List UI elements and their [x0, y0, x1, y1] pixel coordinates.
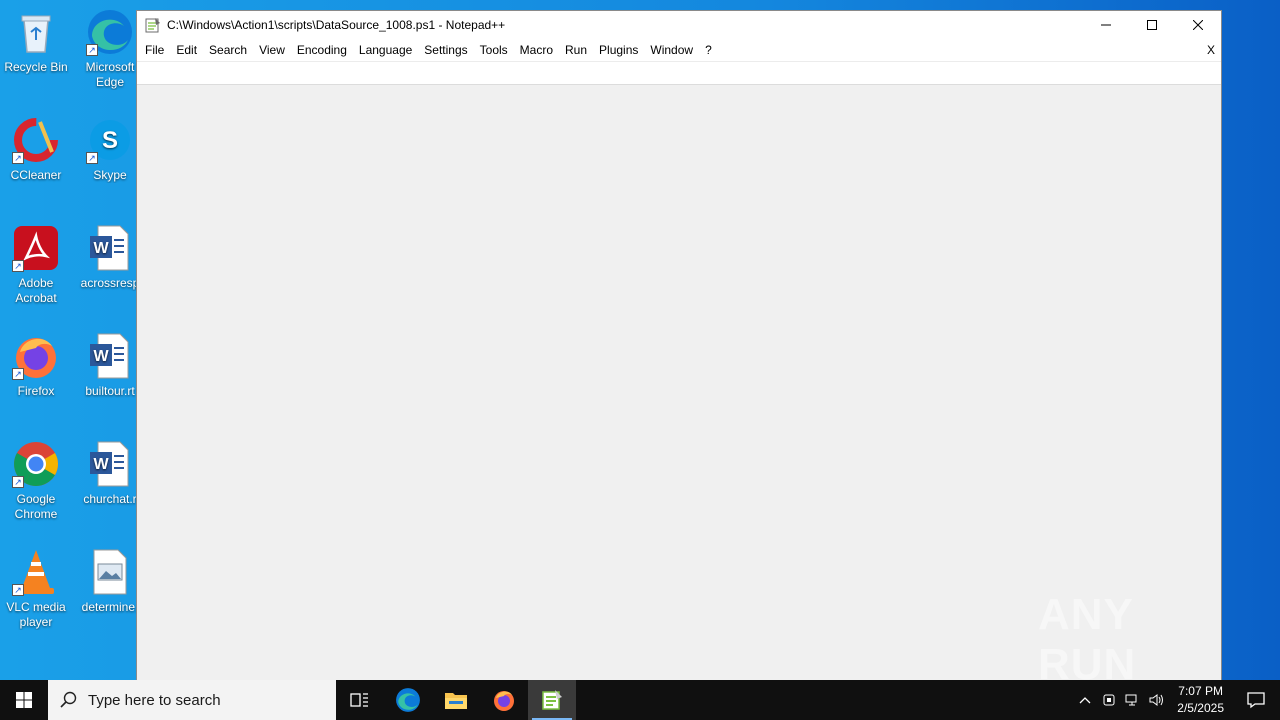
shortcut-arrow-icon: ↗: [12, 368, 24, 380]
tray-app-button[interactable]: [1097, 680, 1121, 720]
taskbar-search-box[interactable]: Type here to search: [48, 680, 336, 720]
task-view-button[interactable]: [336, 680, 384, 720]
search-placeholder: Type here to search: [88, 691, 221, 709]
edge-icon: [396, 688, 420, 712]
taskbar-notepad-plus-plus[interactable]: [528, 680, 576, 720]
menu-macro[interactable]: Macro: [514, 39, 559, 61]
recycle-bin-icon: [12, 8, 60, 56]
menu-edit[interactable]: Edit: [170, 39, 203, 61]
svg-text:W: W: [93, 456, 109, 473]
network-icon: [1125, 694, 1137, 706]
minimize-button[interactable]: [1083, 11, 1129, 39]
notifications-button[interactable]: [1232, 680, 1280, 720]
menu-tools[interactable]: Tools: [474, 39, 514, 61]
notepad-app-icon: [145, 17, 161, 33]
image-file-icon: [86, 548, 134, 596]
desktop-icon-firefox[interactable]: ↗ Firefox: [0, 332, 72, 399]
menu-search[interactable]: Search: [203, 39, 253, 61]
show-hidden-icons-button[interactable]: [1073, 680, 1097, 720]
menu-window[interactable]: Window: [644, 39, 699, 61]
minimize-icon: [1101, 24, 1111, 26]
skype-icon: S ↗: [86, 116, 134, 164]
menu-help[interactable]: ?: [699, 39, 718, 61]
tray-app-icon: [1103, 694, 1115, 706]
icon-label: CCleaner: [10, 168, 62, 182]
volume-icon: [1149, 694, 1164, 706]
menu-encoding[interactable]: Encoding: [291, 39, 353, 61]
icon-label: Google Chrome: [14, 492, 58, 521]
shortcut-arrow-icon: ↗: [12, 584, 24, 596]
search-icon: [60, 691, 77, 708]
desktop-icon-vlc[interactable]: ↗ VLC media player: [0, 548, 72, 630]
notepad-plus-plus-window: C:\Windows\Action1\scripts\DataSource_10…: [136, 10, 1222, 680]
word-document-icon: W: [86, 224, 134, 272]
icon-label: VLC media player: [6, 600, 66, 629]
taskbar: Type here to search 7:07 PM 2/5/2025: [0, 680, 1280, 720]
desktop-icon-recycle-bin[interactable]: Recycle Bin: [0, 8, 72, 75]
close-button[interactable]: [1175, 11, 1221, 39]
icon-label: Recycle Bin: [4, 60, 68, 74]
window-title: C:\Windows\Action1\scripts\DataSource_10…: [167, 18, 506, 32]
icon-label: Adobe Acrobat: [15, 276, 57, 305]
network-button[interactable]: [1121, 680, 1145, 720]
taskbar-edge[interactable]: [384, 680, 432, 720]
shortcut-arrow-icon: ↗: [12, 260, 24, 272]
system-tray: 7:07 PM 2/5/2025: [1073, 680, 1280, 720]
notification-icon: [1247, 692, 1265, 709]
task-view-icon: [350, 693, 368, 707]
menu-language[interactable]: Language: [353, 39, 418, 61]
title-bar[interactable]: C:\Windows\Action1\scripts\DataSource_10…: [137, 11, 1221, 39]
adobe-acrobat-icon: ↗: [12, 224, 60, 272]
ccleaner-icon: ↗: [12, 116, 60, 164]
volume-button[interactable]: [1145, 680, 1169, 720]
menu-settings[interactable]: Settings: [418, 39, 473, 61]
close-icon: [1193, 20, 1203, 30]
clock-time: 7:07 PM: [1178, 684, 1223, 698]
taskbar-file-explorer[interactable]: [432, 680, 480, 720]
windows-logo-icon: [16, 692, 32, 708]
shortcut-arrow-icon: ↗: [86, 44, 98, 56]
shortcut-arrow-icon: ↗: [12, 476, 24, 488]
vlc-icon: ↗: [12, 548, 60, 596]
toolbar: [137, 61, 1221, 85]
taskbar-firefox[interactable]: [480, 680, 528, 720]
clock-date: 2/5/2025: [1177, 701, 1224, 715]
word-document-icon: W: [86, 440, 134, 488]
desktop-icon-ccleaner[interactable]: ↗ CCleaner: [0, 116, 72, 183]
maximize-button[interactable]: [1129, 11, 1175, 39]
menu-run[interactable]: Run: [559, 39, 593, 61]
notepad-plus-plus-icon: [542, 690, 562, 710]
svg-text:S: S: [102, 127, 118, 154]
shortcut-arrow-icon: ↗: [86, 152, 98, 164]
watermark-text: ANY RUN: [1038, 590, 1137, 689]
chrome-icon: ↗: [12, 440, 60, 488]
maximize-icon: [1147, 20, 1157, 30]
anyrun-watermark: ANY RUN: [1038, 590, 1238, 689]
chevron-up-icon: [1079, 697, 1091, 704]
firefox-icon: ↗: [12, 332, 60, 380]
menu-view[interactable]: View: [253, 39, 291, 61]
folder-icon: [445, 693, 467, 709]
firefox-icon: [494, 691, 514, 711]
icon-label: Firefox: [17, 384, 55, 398]
svg-text:W: W: [93, 348, 109, 365]
start-button[interactable]: [0, 680, 48, 720]
menu-plugins[interactable]: Plugins: [593, 39, 644, 61]
svg-text:W: W: [93, 240, 109, 257]
menu-file[interactable]: File: [139, 39, 170, 61]
clock[interactable]: 7:07 PM 2/5/2025: [1169, 683, 1232, 717]
edge-icon: ↗: [86, 8, 134, 56]
close-document-button[interactable]: X: [1207, 39, 1215, 61]
desktop-icon-google-chrome[interactable]: ↗ Google Chrome: [0, 440, 72, 522]
word-document-icon: W: [86, 332, 134, 380]
shortcut-arrow-icon: ↗: [12, 152, 24, 164]
desktop-icon-adobe-acrobat[interactable]: ↗ Adobe Acrobat: [0, 224, 72, 306]
menu-bar: File Edit Search View Encoding Language …: [137, 39, 1221, 61]
